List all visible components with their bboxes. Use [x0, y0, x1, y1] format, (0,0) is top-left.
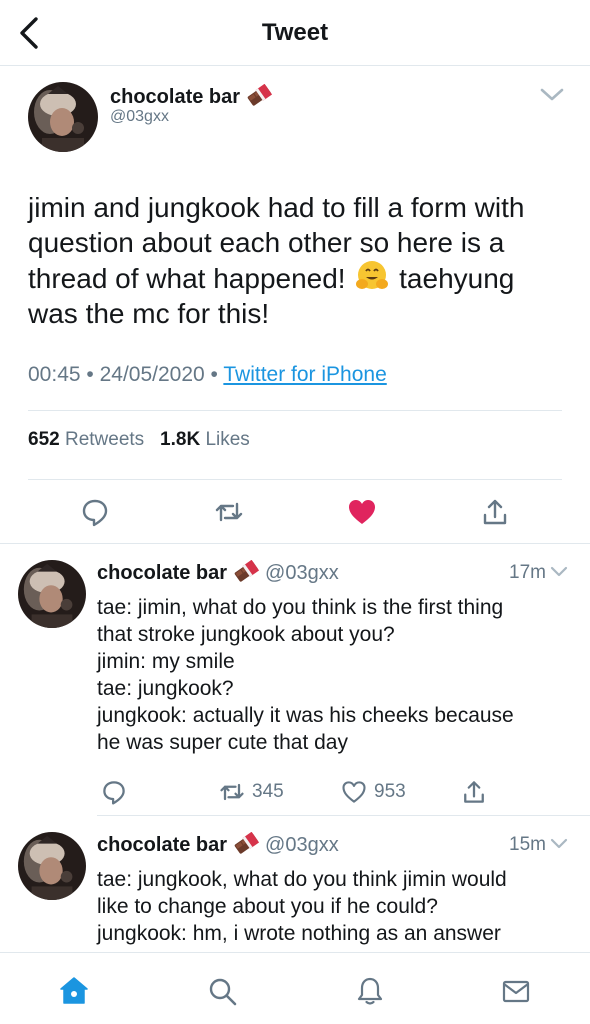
- author-name[interactable]: chocolate bar: [97, 562, 227, 584]
- tweet-stats: 652 Retweets 1.8K Likes: [28, 429, 250, 451]
- reply-actions: 345 953: [0, 778, 590, 808]
- retweet-count: 345: [252, 781, 284, 802]
- tweet-date: 24/05/2020: [99, 363, 205, 386]
- like-count: 953: [374, 781, 406, 802]
- chocolate-bar-emoji-icon: [234, 832, 260, 854]
- divider: [28, 479, 562, 480]
- author-name[interactable]: chocolate bar: [97, 834, 227, 856]
- reply-tweet[interactable]: chocolate bar @03gxx 15m tae: jungkook, …: [0, 832, 590, 952]
- avatar[interactable]: [28, 82, 98, 152]
- like-button[interactable]: 953: [340, 778, 406, 806]
- tweet-meta: 00:45 • 24/05/2020 • Twitter for iPhone: [28, 363, 387, 386]
- share-icon: [464, 781, 484, 803]
- search-icon[interactable]: [206, 975, 238, 1007]
- author-handle: @03gxx: [265, 562, 339, 584]
- retweet-icon: [220, 783, 244, 801]
- hugging-face-emoji-icon: [356, 261, 389, 289]
- divider: [97, 815, 590, 816]
- bottom-tab-bar: [0, 952, 590, 1024]
- top-bar: Tweet: [0, 0, 590, 66]
- reply-text: tae: jimin, what do you think is the fir…: [97, 596, 514, 754]
- reply-header: chocolate bar @03gxx: [97, 560, 339, 585]
- divider: [28, 410, 562, 411]
- chevron-down-icon[interactable]: [550, 566, 568, 578]
- reply-button[interactable]: [100, 778, 134, 806]
- author-handle: @03gxx: [265, 834, 339, 856]
- share-icon[interactable]: [479, 496, 511, 528]
- tweet-text: jimin and jungkook had to fill a form wi…: [28, 192, 525, 329]
- avatar[interactable]: [18, 560, 86, 628]
- author-name[interactable]: chocolate bar: [110, 84, 273, 109]
- reply-text: tae: jungkook, what do you think jimin w…: [97, 868, 507, 945]
- home-icon[interactable]: [58, 975, 90, 1007]
- heart-icon: [342, 781, 366, 803]
- chevron-down-icon[interactable]: [550, 838, 568, 850]
- reply-header: chocolate bar @03gxx: [97, 832, 339, 857]
- likes-stat[interactable]: 1.8K Likes: [160, 429, 250, 450]
- reply-icon: [103, 781, 125, 805]
- reply-time: 17m: [509, 562, 568, 584]
- reply-tweet[interactable]: chocolate bar @03gxx 17m tae: jimin, wha…: [0, 560, 590, 815]
- chocolate-bar-emoji-icon: [234, 560, 260, 582]
- author-handle: @03gxx: [110, 108, 169, 125]
- page-title: Tweet: [261, 19, 329, 46]
- tweet-time: 00:45: [28, 363, 81, 386]
- share-button[interactable]: [460, 778, 494, 806]
- reply-icon[interactable]: [79, 496, 111, 528]
- notifications-icon[interactable]: [354, 975, 386, 1007]
- chevron-down-icon[interactable]: [538, 84, 566, 104]
- heart-filled-icon[interactable]: [346, 496, 378, 528]
- retweets-stat[interactable]: 652 Retweets: [28, 429, 144, 450]
- divider: [0, 543, 590, 544]
- retweet-button[interactable]: 345: [218, 778, 284, 806]
- reply-time: 15m: [509, 834, 568, 856]
- retweet-icon[interactable]: [213, 496, 245, 528]
- chocolate-bar-emoji-icon: [247, 84, 273, 106]
- messages-icon[interactable]: [500, 975, 532, 1007]
- source-link[interactable]: Twitter for iPhone: [223, 363, 386, 386]
- tweet-actions: [0, 486, 590, 544]
- avatar[interactable]: [18, 832, 86, 900]
